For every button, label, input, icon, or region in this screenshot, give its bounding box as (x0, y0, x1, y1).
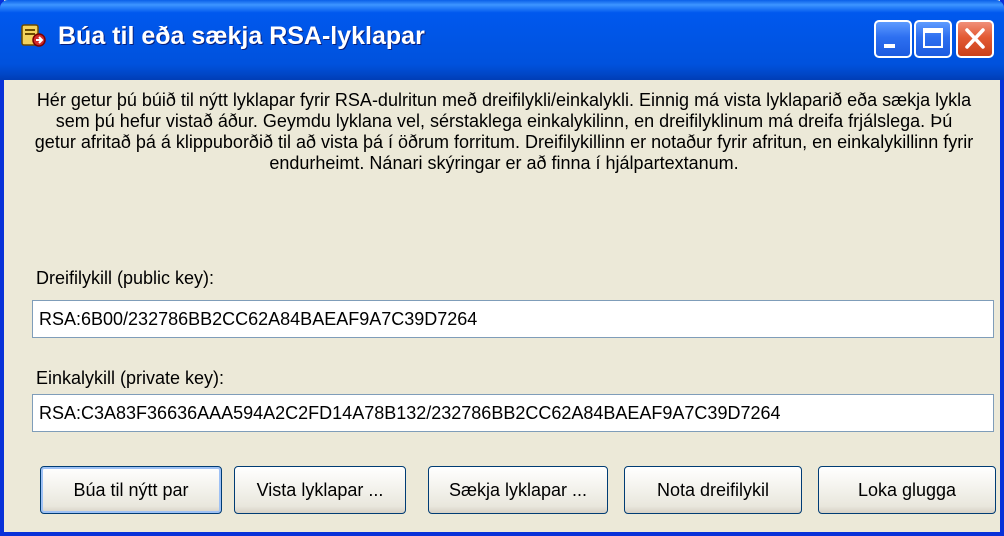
private-key-label: Einkalykill (private key): (36, 368, 225, 388)
rsa-keypair-dialog: Búa til eða sækja RSA-lyklapar Hér getur… (0, 0, 1004, 536)
app-key-icon (20, 22, 48, 50)
save-keypair-button[interactable]: Vista lyklapar ... (234, 466, 406, 514)
title-bar[interactable]: Búa til eða sækja RSA-lyklapar (0, 0, 1004, 80)
use-public-key-button[interactable]: Nota dreifilykil (624, 466, 802, 514)
public-key-label: Dreifilykill (public key): (36, 268, 215, 288)
maximize-icon (923, 28, 943, 48)
close-dialog-button[interactable]: Loka glugga (818, 466, 996, 514)
minimize-button[interactable] (874, 20, 912, 58)
minimize-icon (884, 44, 895, 48)
private-key-field[interactable] (32, 394, 994, 432)
new-keypair-button[interactable]: Búa til nýtt par (40, 466, 222, 514)
public-key-field[interactable] (32, 300, 994, 338)
close-window-button[interactable] (956, 20, 994, 58)
close-icon (965, 28, 985, 49)
load-keypair-button[interactable]: Sækja lyklapar ... (428, 466, 608, 514)
dialog-description: Hér getur þú búið til nýtt lyklapar fyri… (34, 90, 974, 173)
window-title: Búa til eða sækja RSA-lyklapar (58, 22, 425, 50)
maximize-button[interactable] (914, 20, 952, 58)
